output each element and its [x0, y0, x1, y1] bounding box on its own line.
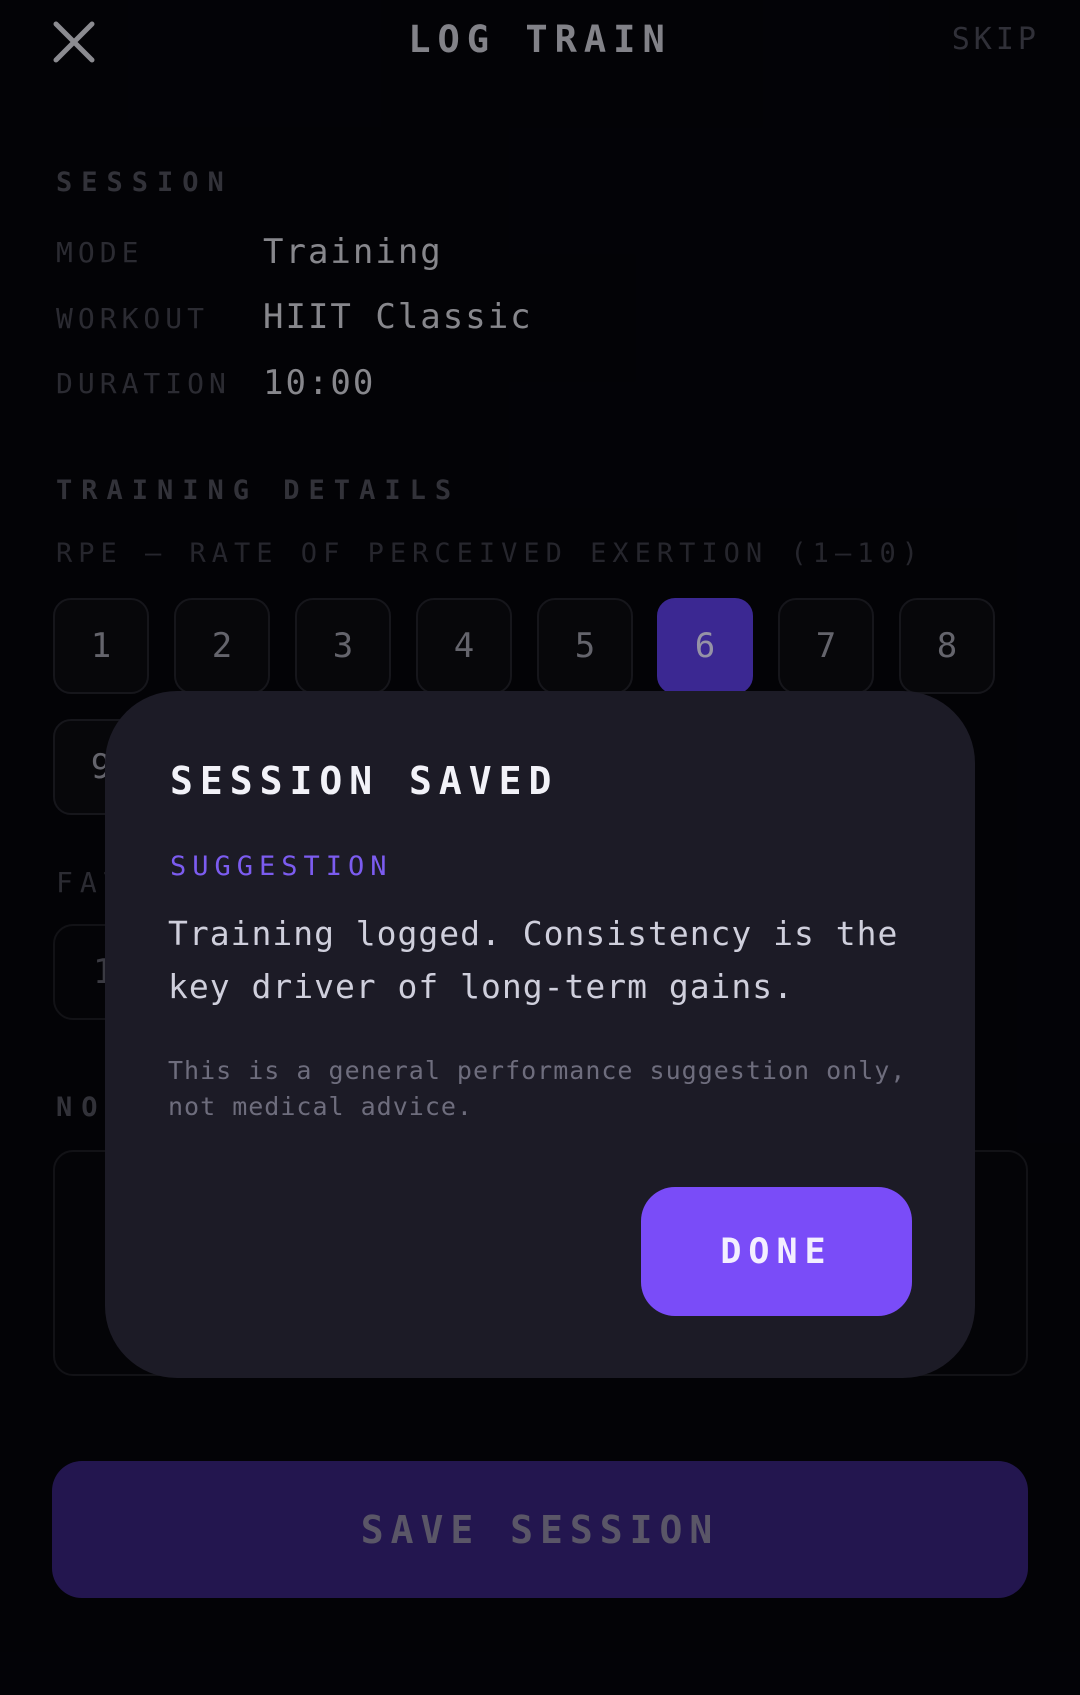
dialog-title: SESSION SAVED — [170, 759, 559, 803]
suggestion-label: SUGGESTION — [170, 851, 393, 882]
suggestion-message: Training logged. Consistency is the key … — [168, 914, 899, 1006]
disclaimer-text: This is a general performance suggestion… — [168, 1056, 907, 1121]
done-button[interactable]: DONE — [641, 1187, 912, 1316]
session-saved-dialog: SESSION SAVED SUGGESTION Training logged… — [105, 691, 975, 1378]
